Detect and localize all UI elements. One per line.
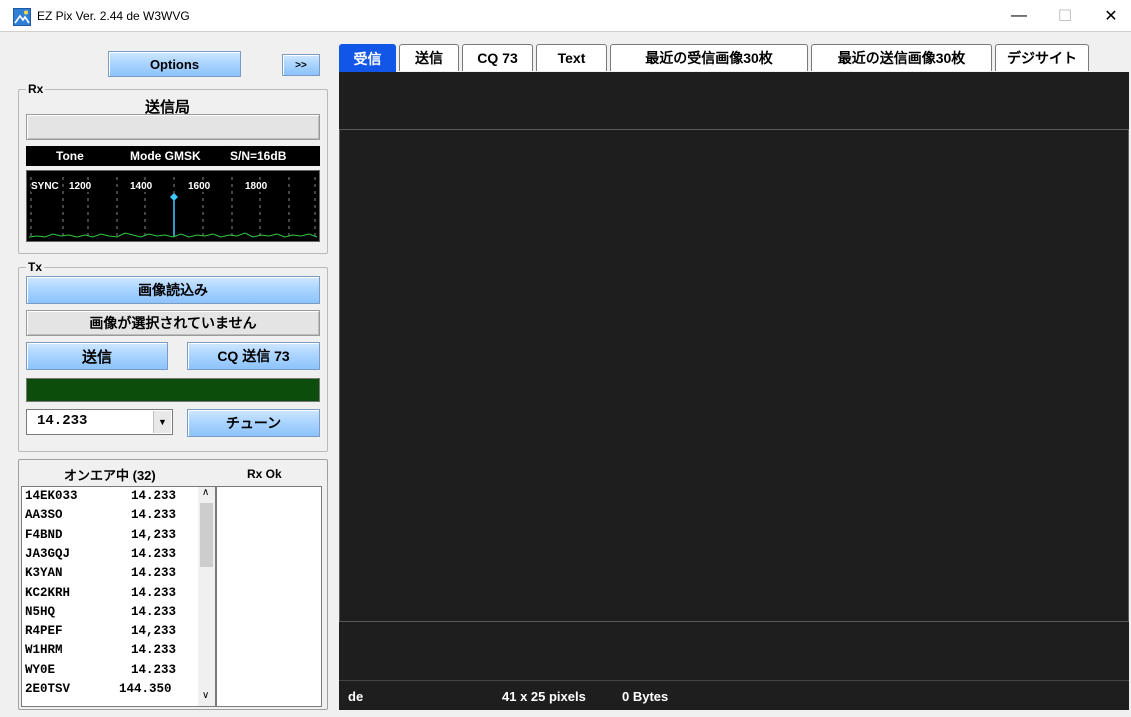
rx-group-label: Rx	[26, 82, 46, 96]
receive-header-panel	[339, 72, 1129, 129]
rxok-list[interactable]	[216, 486, 322, 707]
send-button[interactable]: 送信	[26, 342, 168, 370]
station-frequency: 14.233	[131, 604, 177, 619]
station-call: JA3GQJ	[25, 546, 71, 561]
pixels-label: 41 x 25 pixels	[502, 689, 586, 704]
station-frequency: 14.233	[131, 585, 177, 600]
app-icon	[13, 8, 31, 26]
station-call: R4PEF	[25, 624, 63, 639]
station-call: KC2KRH	[25, 585, 71, 600]
frequency-value: 14.233	[37, 413, 88, 429]
station-frequency: 14,233	[131, 624, 177, 639]
station-call: F4BND	[25, 527, 63, 542]
onair-header: オンエア中 (32)	[64, 468, 156, 483]
tab-6[interactable]: デジサイト	[995, 44, 1089, 71]
station-field	[26, 114, 320, 140]
de-label: de	[348, 689, 364, 704]
load-image-button[interactable]: 画像読込み	[26, 276, 320, 304]
close-button[interactable]: ✕	[1088, 0, 1131, 31]
mode-label: Mode GMSK	[130, 149, 201, 163]
station-frequency: 14.233	[131, 643, 177, 658]
station-call: K3YAN	[25, 566, 63, 581]
station-frequency: 14.233	[131, 662, 177, 677]
image-display	[339, 129, 1129, 622]
station-frequency: 14.233	[131, 566, 177, 581]
station-frequency: 14,233	[131, 527, 177, 542]
minimize-button[interactable]: —	[996, 0, 1042, 31]
receive-footer-panel	[339, 622, 1129, 680]
station-call: W1HRM	[25, 643, 63, 658]
title-bar: EZ Pix Ver. 2.44 de W3WVG — ☐ ✕	[0, 0, 1131, 31]
scroll-thumb[interactable]	[200, 503, 213, 567]
freq-label-1600: 1600	[188, 181, 211, 192]
station-frequency: 144.350	[119, 682, 172, 696]
station-call: 2E0TSV	[25, 682, 71, 696]
status-line: de 41 x 25 pixels 0 Bytes	[339, 680, 1129, 710]
tx-progress-bar	[26, 378, 320, 402]
station-frequency: 14.233	[131, 546, 177, 561]
cq-send-button[interactable]: CQ 送信 73	[187, 342, 320, 370]
scrollbar[interactable]: ∧ ∨	[198, 487, 215, 706]
image-status: 画像が選択されていません	[26, 310, 320, 336]
scroll-down-icon[interactable]: ∨	[202, 690, 209, 701]
window-title: EZ Pix Ver. 2.44 de W3WVG	[37, 9, 190, 23]
tx-group-label: Tx	[26, 260, 45, 274]
tab-2[interactable]: CQ 73	[462, 44, 533, 71]
frequency-select[interactable]: 14.233 ▼	[26, 409, 173, 435]
station-call: 14EK033	[25, 489, 78, 503]
scroll-up-icon[interactable]: ∧	[202, 487, 209, 498]
expand-button[interactable]: >>	[282, 54, 320, 76]
chevron-down-icon[interactable]: ▼	[153, 411, 171, 433]
tab-1[interactable]: 送信	[399, 44, 459, 71]
station-call: AA3SO	[25, 508, 63, 523]
freq-label-1200: 1200	[69, 181, 92, 192]
tab-3[interactable]: Text	[536, 44, 607, 71]
rxok-header: Rx Ok	[247, 467, 282, 481]
rx-status-bar: Tone Mode GMSK S/N=16dB	[26, 146, 320, 166]
options-button[interactable]: Options	[108, 51, 241, 77]
freq-label-1400: 1400	[130, 181, 153, 192]
tab-4[interactable]: 最近の受信画像30枚	[610, 44, 808, 71]
tune-button[interactable]: チューン	[187, 409, 320, 437]
station-frequency: 14.233	[131, 489, 177, 503]
station-call: WY0E	[25, 662, 56, 677]
spectrum-display: SYNC 1200 1400 1600 1800	[26, 170, 320, 242]
snr-label: S/N=16dB	[230, 149, 287, 163]
sync-label: SYNC	[31, 181, 59, 192]
tab-0[interactable]: 受信	[339, 44, 396, 72]
onair-list[interactable]: 14EK033 14.233 AA3SO 14.233 F4BND 14,233 JA3GQ…	[21, 486, 216, 707]
tab-5[interactable]: 最近の送信画像30枚	[811, 44, 992, 71]
freq-label-1800: 1800	[245, 181, 268, 192]
station-frequency: 14.233	[131, 508, 177, 523]
tone-label: Tone	[56, 149, 84, 163]
station-call: N5HQ	[25, 604, 56, 619]
maximize-button[interactable]: ☐	[1042, 0, 1088, 31]
bytes-label: 0 Bytes	[622, 689, 669, 704]
